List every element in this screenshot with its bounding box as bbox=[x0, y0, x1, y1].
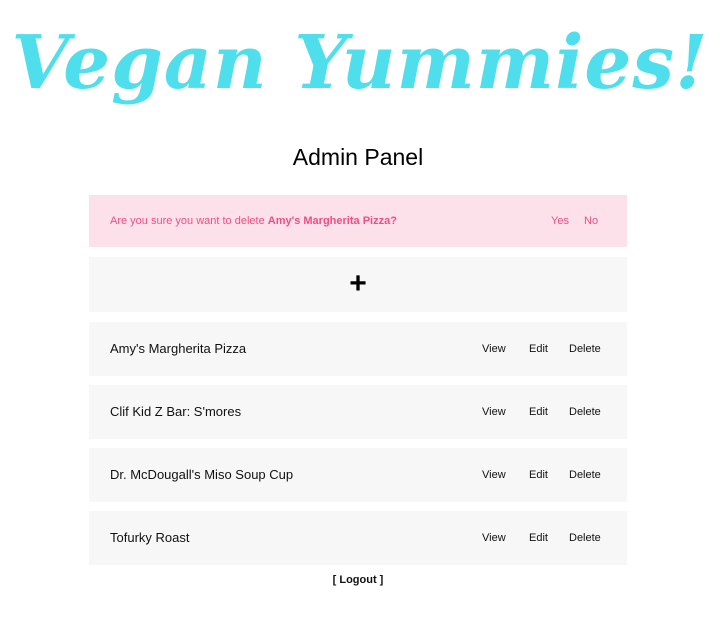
logout-link[interactable]: Logout bbox=[339, 574, 376, 586]
confirmation-message: Are you sure you want to delete Amy's Ma… bbox=[110, 213, 397, 229]
edit-link[interactable]: Edit bbox=[529, 531, 548, 545]
item-name: Tofurky Roast bbox=[110, 530, 190, 545]
page-title: Admin Panel bbox=[292, 144, 424, 170]
list-item: Tofurky Roast View Edit Delete bbox=[89, 511, 627, 565]
view-link[interactable]: View bbox=[482, 342, 506, 356]
logout-area: [ Logout ] bbox=[0, 573, 716, 587]
confirm-no-link[interactable]: No bbox=[584, 213, 598, 229]
delete-link[interactable]: Delete bbox=[569, 468, 601, 482]
item-name: Amy's Margherita Pizza bbox=[110, 341, 247, 356]
delete-link[interactable]: Delete bbox=[569, 531, 601, 545]
site-logo: Vegan Yummies! bbox=[11, 20, 709, 106]
delete-link[interactable]: Delete bbox=[569, 405, 601, 419]
edit-link[interactable]: Edit bbox=[529, 342, 548, 356]
view-link[interactable]: View bbox=[482, 531, 506, 545]
view-link[interactable]: View bbox=[482, 405, 506, 419]
confirmation-text: Are you sure you want to delete bbox=[110, 215, 268, 227]
view-link[interactable]: View bbox=[482, 468, 506, 482]
item-name: Clif Kid Z Bar: S'mores bbox=[110, 404, 242, 419]
edit-link[interactable]: Edit bbox=[529, 405, 548, 419]
delete-confirmation-banner: Are you sure you want to delete Amy's Ma… bbox=[89, 195, 627, 247]
list-item: Amy's Margherita Pizza View Edit Delete bbox=[89, 322, 627, 376]
edit-link[interactable]: Edit bbox=[529, 468, 548, 482]
bracket-close: ] bbox=[376, 574, 384, 586]
list-item: Clif Kid Z Bar: S'mores View Edit Delete bbox=[89, 385, 627, 439]
confirmation-item-name: Amy's Margherita Pizza? bbox=[267, 215, 397, 227]
list-item: Dr. McDougall's Miso Soup Cup View Edit … bbox=[89, 448, 627, 502]
add-item-button[interactable]: + bbox=[89, 257, 627, 312]
plus-icon: + bbox=[349, 267, 367, 300]
confirm-yes-link[interactable]: Yes bbox=[551, 213, 569, 229]
item-name: Dr. McDougall's Miso Soup Cup bbox=[110, 467, 294, 482]
delete-link[interactable]: Delete bbox=[569, 342, 601, 356]
